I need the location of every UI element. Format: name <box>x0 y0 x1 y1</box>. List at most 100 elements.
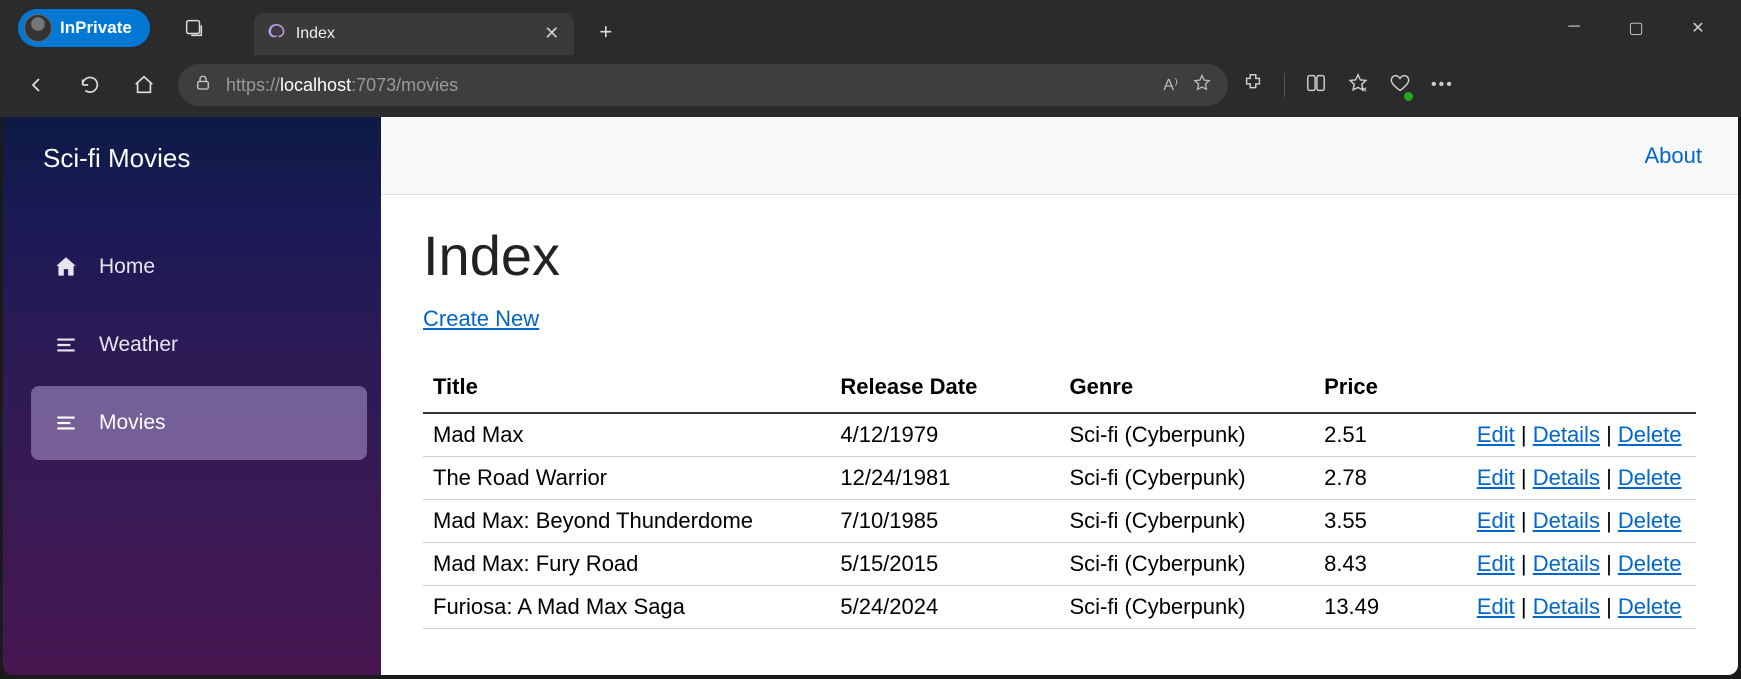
cell-genre: Sci-fi (Cyberpunk) <box>1059 586 1314 629</box>
list-icon <box>53 332 79 358</box>
col-title: Title <box>423 362 830 413</box>
browser-toolbar: https://localhost:7073/movies A⁾ <box>0 55 1741 115</box>
cell-title: Mad Max <box>423 413 830 457</box>
cell-price: 2.78 <box>1314 457 1467 500</box>
tab-actions-icon[interactable] <box>174 8 214 48</box>
cell-release: 5/24/2024 <box>830 586 1059 629</box>
sidebar-item-label: Home <box>99 255 155 279</box>
cell-actions: Edit | Details | Delete <box>1467 586 1696 629</box>
edit-link[interactable]: Edit <box>1477 422 1515 447</box>
cell-release: 4/12/1979 <box>830 413 1059 457</box>
cell-actions: Edit | Details | Delete <box>1467 413 1696 457</box>
sidebar-item-weather[interactable]: Weather <box>31 308 367 382</box>
col-actions <box>1467 362 1696 413</box>
home-button[interactable] <box>124 65 164 105</box>
menu-icon[interactable]: ••• <box>1431 76 1454 94</box>
app-brand[interactable]: Sci-fi Movies <box>3 117 381 204</box>
favorites-icon[interactable] <box>1347 72 1369 99</box>
browser-tab[interactable]: Index ✕ <box>254 13 574 55</box>
table-row: Mad Max4/12/1979Sci-fi (Cyberpunk)2.51Ed… <box>423 413 1696 457</box>
browser-chrome: InPrivate Index ✕ + ─ ▢ ✕ <box>0 0 1741 117</box>
close-window-button[interactable]: ✕ <box>1683 18 1713 38</box>
cell-release: 5/15/2015 <box>830 543 1059 586</box>
read-aloud-icon[interactable]: A⁾ <box>1163 75 1178 95</box>
cell-genre: Sci-fi (Cyberpunk) <box>1059 500 1314 543</box>
main-content: About Index Create New Title Release Dat… <box>381 117 1738 675</box>
cell-actions: Edit | Details | Delete <box>1467 500 1696 543</box>
health-icon[interactable] <box>1389 72 1411 99</box>
movies-table: Title Release Date Genre Price Mad Max4/… <box>423 362 1696 629</box>
cell-genre: Sci-fi (Cyberpunk) <box>1059 413 1314 457</box>
cell-price: 13.49 <box>1314 586 1467 629</box>
sidebar-item-label: Weather <box>99 333 178 357</box>
minimize-button[interactable]: ─ <box>1559 18 1589 38</box>
page-content: Index Create New Title Release Date Genr… <box>381 195 1738 657</box>
url-text: https://localhost:7073/movies <box>226 75 458 96</box>
edit-link[interactable]: Edit <box>1477 465 1515 490</box>
cell-genre: Sci-fi (Cyberpunk) <box>1059 543 1314 586</box>
table-header-row: Title Release Date Genre Price <box>423 362 1696 413</box>
delete-link[interactable]: Delete <box>1618 508 1682 533</box>
split-screen-icon[interactable] <box>1305 72 1327 99</box>
refresh-button[interactable] <box>70 65 110 105</box>
topbar: About <box>381 117 1738 195</box>
create-new-link[interactable]: Create New <box>423 306 539 331</box>
cell-title: Mad Max: Fury Road <box>423 543 830 586</box>
details-link[interactable]: Details <box>1533 465 1600 490</box>
details-link[interactable]: Details <box>1533 594 1600 619</box>
col-release: Release Date <box>830 362 1059 413</box>
sidebar-item-home[interactable]: Home <box>31 230 367 304</box>
cell-release: 7/10/1985 <box>830 500 1059 543</box>
edit-link[interactable]: Edit <box>1477 508 1515 533</box>
delete-link[interactable]: Delete <box>1618 465 1682 490</box>
page-title: Index <box>423 223 1696 288</box>
url-host: localhost <box>280 75 351 95</box>
details-link[interactable]: Details <box>1533 508 1600 533</box>
cell-genre: Sci-fi (Cyberpunk) <box>1059 457 1314 500</box>
back-button[interactable] <box>16 65 56 105</box>
inprivate-badge[interactable]: InPrivate <box>18 9 150 47</box>
delete-link[interactable]: Delete <box>1618 594 1682 619</box>
sidebar-nav: Home Weather Movies <box>3 204 381 460</box>
table-row: Furiosa: A Mad Max Saga5/24/2024Sci-fi (… <box>423 586 1696 629</box>
app-viewport: Sci-fi Movies Home Weather Movies About … <box>3 117 1738 675</box>
col-genre: Genre <box>1059 362 1314 413</box>
cell-price: 3.55 <box>1314 500 1467 543</box>
cell-title: Furiosa: A Mad Max Saga <box>423 586 830 629</box>
address-bar[interactable]: https://localhost:7073/movies A⁾ <box>178 64 1228 106</box>
favorite-star-icon[interactable] <box>1192 73 1212 98</box>
cell-release: 12/24/1981 <box>830 457 1059 500</box>
cell-price: 2.51 <box>1314 413 1467 457</box>
table-row: The Road Warrior12/24/1981Sci-fi (Cyberp… <box>423 457 1696 500</box>
table-row: Mad Max: Beyond Thunderdome7/10/1985Sci-… <box>423 500 1696 543</box>
edit-link[interactable]: Edit <box>1477 551 1515 576</box>
list-icon <box>53 410 79 436</box>
tab-title: Index <box>296 25 532 43</box>
cell-title: The Road Warrior <box>423 457 830 500</box>
about-link[interactable]: About <box>1645 143 1703 169</box>
maximize-button[interactable]: ▢ <box>1621 18 1651 38</box>
sidebar-item-movies[interactable]: Movies <box>31 386 367 460</box>
details-link[interactable]: Details <box>1533 422 1600 447</box>
cell-actions: Edit | Details | Delete <box>1467 457 1696 500</box>
delete-link[interactable]: Delete <box>1618 551 1682 576</box>
separator <box>1284 73 1285 97</box>
blazor-favicon-icon <box>266 24 286 44</box>
new-tab-button[interactable]: + <box>586 12 626 52</box>
url-path: :7073/movies <box>351 75 458 95</box>
extensions-icon[interactable] <box>1242 72 1264 99</box>
details-link[interactable]: Details <box>1533 551 1600 576</box>
cell-price: 8.43 <box>1314 543 1467 586</box>
home-icon <box>53 254 79 280</box>
sidebar: Sci-fi Movies Home Weather Movies <box>3 117 381 675</box>
col-price: Price <box>1314 362 1467 413</box>
edit-link[interactable]: Edit <box>1477 594 1515 619</box>
toolbar-right: ••• <box>1242 72 1462 99</box>
close-tab-icon[interactable]: ✕ <box>542 24 562 44</box>
url-scheme: https:// <box>226 75 280 95</box>
delete-link[interactable]: Delete <box>1618 422 1682 447</box>
lock-icon <box>194 74 212 97</box>
browser-titlebar: InPrivate Index ✕ + ─ ▢ ✕ <box>0 0 1741 55</box>
cell-actions: Edit | Details | Delete <box>1467 543 1696 586</box>
sidebar-item-label: Movies <box>99 411 166 435</box>
